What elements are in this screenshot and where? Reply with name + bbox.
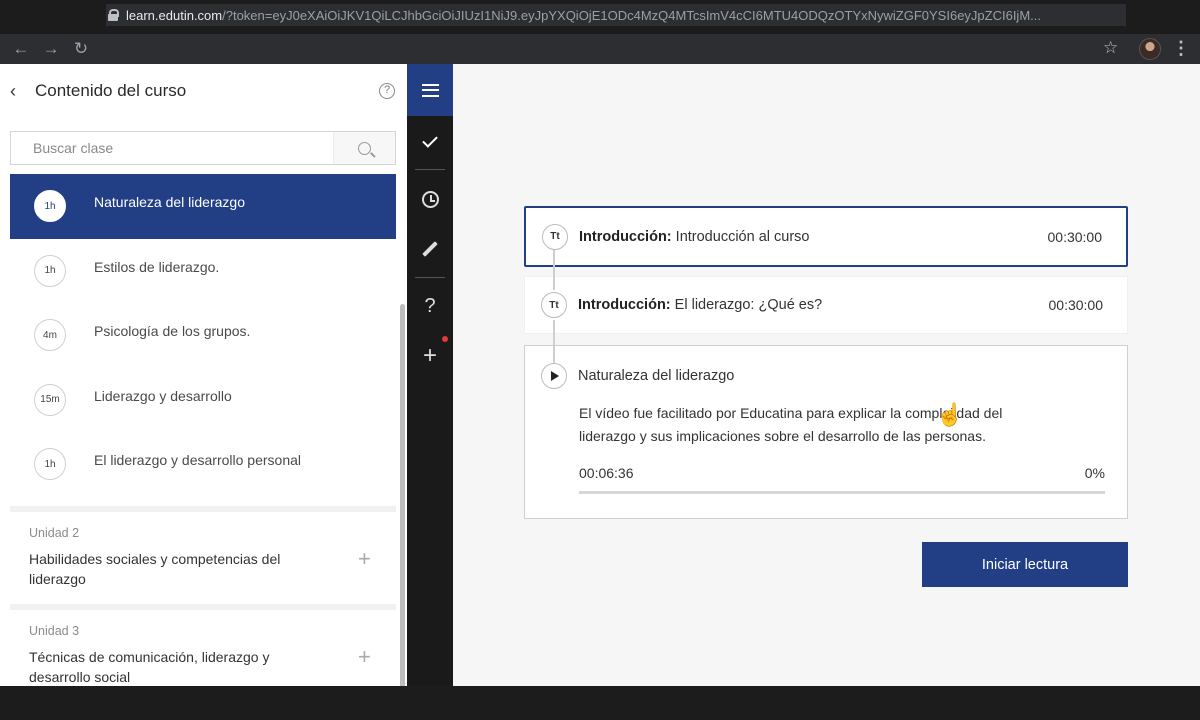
card-prefix: Introducción: xyxy=(578,297,671,313)
sidebar-title: Contenido del curso xyxy=(35,81,187,100)
lesson-card-what-is[interactable]: Tt Introducción: El liderazgo: ¿Qué es? … xyxy=(524,276,1128,334)
list-icon xyxy=(421,83,439,97)
main-content: Tt Introducción: Introducción al curso 0… xyxy=(453,64,1200,686)
rail-completed[interactable] xyxy=(407,120,453,164)
lesson-item-desarrollo-personal[interactable]: 1h El liderazgo y desarrollo personal xyxy=(10,432,396,497)
clock-icon xyxy=(421,190,439,208)
lesson-list: 1h Naturaleza del liderazgo 1h Estilos d… xyxy=(10,174,396,497)
hand-cursor-icon: ☝ xyxy=(936,402,964,427)
lesson-label: Naturaleza del liderazgo xyxy=(94,194,245,211)
duration-badge: 1h xyxy=(34,190,66,223)
video-lesson-card[interactable]: Naturaleza del liderazgo El vídeo fue fa… xyxy=(524,345,1128,519)
rail-history[interactable] xyxy=(407,177,453,221)
lesson-card-intro-course[interactable]: Tt Introducción: Introducción al curso 0… xyxy=(524,206,1128,267)
plus-icon: + xyxy=(422,342,437,369)
lesson-item-naturaleza[interactable]: 1h Naturaleza del liderazgo xyxy=(10,174,396,239)
reload-icon[interactable]: ↻ xyxy=(66,34,96,64)
expand-plus-icon[interactable]: + xyxy=(358,644,371,670)
rail-content-list[interactable] xyxy=(407,64,453,116)
text-lesson-icon: Tt xyxy=(542,223,568,250)
card-duration: 00:30:00 xyxy=(1048,297,1104,313)
duration-badge: 1h xyxy=(34,254,66,287)
url-path: /?token=eyJ0eXAiOiJKV1QiLCJhbGciOiJIUzI1… xyxy=(222,7,1041,23)
duration-badge: 1h xyxy=(34,448,66,481)
frame-bottom xyxy=(0,686,1200,720)
progress-percent: 0% xyxy=(1084,465,1105,481)
unit-title: Técnicas de comunicación, liderazgo y de… xyxy=(29,649,270,685)
rail-notes[interactable] xyxy=(407,227,453,271)
search-icon xyxy=(358,141,371,155)
lesson-item-estilos[interactable]: 1h Estilos de liderazgo. xyxy=(10,239,396,304)
search-input[interactable] xyxy=(11,140,333,156)
lesson-label: Psicología de los grupos. xyxy=(94,323,251,340)
unit-caption: Unidad 3 xyxy=(29,624,80,638)
lesson-item-liderazgo-desarrollo[interactable]: 15m Liderazgo y desarrollo xyxy=(10,368,396,433)
duration-badge: 4m xyxy=(34,319,66,352)
expand-plus-icon[interactable]: + xyxy=(358,546,371,572)
url-host: learn.edutin.com xyxy=(126,7,223,23)
browser-toolbar: ← → ↻ xyxy=(0,34,1200,64)
chevron-left-icon[interactable]: ‹ xyxy=(10,81,30,102)
start-reading-button[interactable]: Iniciar lectura xyxy=(922,542,1128,587)
tool-rail: ? + xyxy=(407,64,453,686)
card-title: El liderazgo: ¿Qué es? xyxy=(674,297,823,313)
duration-badge: 15m xyxy=(34,383,66,416)
check-icon xyxy=(422,132,438,148)
rail-help[interactable]: ? xyxy=(407,284,453,328)
card-title: Introducción al curso xyxy=(675,228,810,245)
card-prefix: Introducción: xyxy=(579,228,672,245)
play-icon[interactable] xyxy=(541,363,567,389)
lock-icon xyxy=(106,8,120,22)
kebab-menu-icon[interactable]: ⋮ xyxy=(1172,38,1190,58)
lesson-label: Estilos de liderazgo. xyxy=(94,258,220,275)
lesson-label: Liderazgo y desarrollo xyxy=(94,387,232,404)
sidebar-header: ‹ Contenido del curso ? xyxy=(0,64,407,118)
text-lesson-icon: Tt xyxy=(541,292,567,318)
card-text: Introducción: Introducción al curso xyxy=(579,229,809,245)
video-card-head: Naturaleza del liderazgo xyxy=(525,346,1127,406)
card-duration: 00:30:00 xyxy=(1047,228,1103,245)
address-bar[interactable]: learn.edutin.com/?token=eyJ0eXAiOiJKV1Qi… xyxy=(106,4,1126,26)
elapsed-time: 00:06:36 xyxy=(579,465,634,481)
progress-bar[interactable] xyxy=(579,491,1105,494)
lesson-label: El liderazgo y desarrollo personal xyxy=(94,452,301,469)
avatar[interactable] xyxy=(1139,38,1161,60)
course-content-sidebar: ‹ Contenido del curso ? 1h Naturaleza de… xyxy=(0,64,407,686)
unit-title: Habilidades sociales y competencias del … xyxy=(29,551,281,587)
search-box xyxy=(10,131,396,165)
timeline-connector xyxy=(553,250,555,290)
help-icon[interactable]: ? xyxy=(379,83,395,99)
bookmark-star-icon[interactable]: ☆ xyxy=(1103,38,1118,58)
search-button[interactable] xyxy=(333,132,395,164)
rail-divider xyxy=(415,169,445,170)
video-description: El vídeo fue facilitado por Educatina pa… xyxy=(579,405,1003,444)
forward-icon[interactable]: → xyxy=(36,34,66,64)
unit-caption: Unidad 2 xyxy=(29,526,80,540)
rail-divider xyxy=(415,277,445,278)
unit-2[interactable]: Unidad 2 Habilidades sociales y competen… xyxy=(10,506,396,610)
back-icon[interactable]: ← xyxy=(6,34,36,64)
sidebar-scrollbar[interactable] xyxy=(400,304,405,686)
notification-dot-icon xyxy=(442,336,448,342)
card-text: Introducción: El liderazgo: ¿Qué es? xyxy=(578,297,822,313)
lesson-item-psicologia[interactable]: 4m Psicología de los grupos. xyxy=(10,303,396,368)
unit-3[interactable]: Unidad 3 Técnicas de comunicación, lider… xyxy=(10,604,396,686)
pencil-icon xyxy=(422,241,438,257)
question-icon: ? xyxy=(424,294,436,317)
video-title: Naturaleza del liderazgo xyxy=(578,368,735,384)
